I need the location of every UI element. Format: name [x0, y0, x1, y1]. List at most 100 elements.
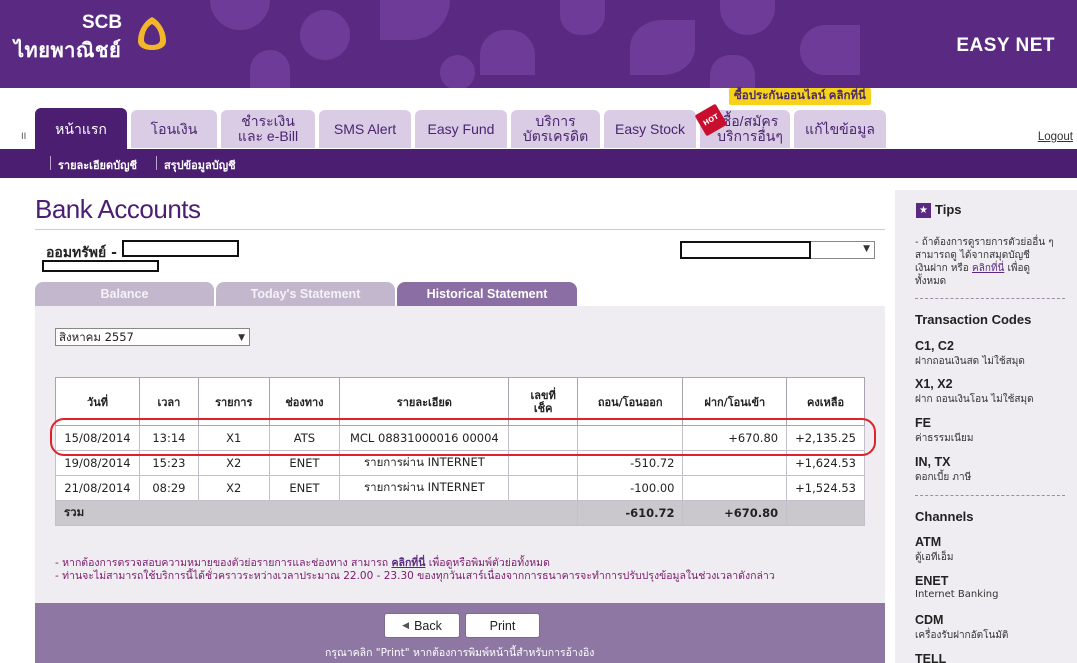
channel-cdm-desc: เครื่องรับฝากอัตโนมัติ [915, 630, 1009, 641]
tab-easy-fund[interactable]: Easy Fund [415, 110, 507, 148]
tab-easy-stock[interactable]: Easy Stock [604, 110, 696, 148]
tab-bill-payment-line1: ชำระเงิน [241, 113, 295, 129]
cell-time: 13:14 [138, 425, 199, 451]
cell-deposit [682, 450, 788, 476]
col-balance: คงเหลือ [786, 377, 865, 426]
account-select[interactable]: ▼ [680, 241, 875, 259]
subnav-account-summary[interactable]: สรุปข้อมูลบัญชี [164, 156, 236, 174]
banner-pattern [190, 0, 910, 88]
print-button-label: Print [489, 618, 516, 633]
tab-balance[interactable]: Balance [35, 282, 214, 306]
tab-edit-profile[interactable]: แก้ไขข้อมูล [794, 110, 886, 148]
code-x1-x2-desc: ฝาก ถอนเงินโอน ไม่ใช้สมุด [915, 394, 1034, 405]
note-1-text: - หากต้องการตรวจสอบความหมายของตัวย่อรายก… [55, 557, 389, 569]
logout-link[interactable]: Logout [1038, 131, 1073, 143]
cell-withdraw: -510.72 [576, 450, 684, 476]
tips-line-2: สามารถดู ได้จากสมุดบัญชี [915, 250, 1030, 261]
cell-channel: ATS [268, 425, 341, 451]
col-code: รายการ [197, 377, 270, 426]
subnav-separator [50, 156, 51, 170]
note-1-tail: เพื่อดูหรือพิมพ์ตัวย่อทั้งหมด [428, 557, 550, 569]
cell-code: X2 [197, 475, 270, 501]
notes: - หากต้องการตรวจสอบความหมายของตัวย่อรายก… [55, 557, 775, 583]
month-select-value: สิงหาคม 2557 [59, 330, 134, 344]
tab-home[interactable]: หน้าแรก [35, 108, 127, 150]
cell-time: 15:23 [138, 450, 199, 476]
month-select[interactable]: สิงหาคม 2557 ▼ [55, 328, 250, 346]
tab-edit-profile-label: แก้ไขข้อมูล [805, 120, 875, 137]
col-withdraw: ถอน/โอนออก [576, 377, 684, 426]
col-cheque: เลขที่ เช็ค [508, 377, 578, 426]
tab-easy-fund-label: Easy Fund [427, 120, 495, 137]
cell-deposit: +670.80 [682, 425, 788, 451]
tips-title: Tips [935, 202, 962, 217]
channels-title: Channels [915, 509, 974, 524]
col-deposit: ฝาก/โอนเข้า [682, 377, 788, 426]
channel-cdm: CDM [915, 613, 944, 627]
easy-net-app: SCB ไทยพาณิชย์ EASY NET ซื้อประกันออนไลน… [0, 0, 1077, 663]
subnav-account-detail[interactable]: รายละเอียดบัญชี [58, 156, 137, 174]
back-button[interactable]: ◀ Back [384, 613, 460, 638]
tab-other-services-line1: ซื้อ/สมัคร [721, 113, 779, 129]
cell-channel: ENET [268, 475, 341, 501]
scb-logo[interactable]: SCB ไทยพาณิชย์ [0, 0, 190, 88]
subnav-separator [156, 156, 157, 170]
note-line-1: - หากต้องการตรวจสอบความหมายของตัวย่อรายก… [55, 557, 775, 570]
channel-atm: ATM [915, 535, 942, 549]
channel-enet-desc: Internet Banking [915, 589, 999, 600]
cell-detail: MCL 08831000016 00004 [339, 425, 510, 451]
cell-withdraw: -100.00 [576, 475, 684, 501]
tips-line-4: ทั้งหมด [915, 276, 947, 287]
tab-credit-card-line2: บัตรเครดิต [522, 128, 589, 144]
cell-date: 21/08/2014 [55, 475, 140, 501]
total-withdraw: -610.72 [576, 500, 684, 526]
code-fe-desc: ค่าธรรมเนียม [915, 433, 974, 444]
tab-transfer-label: โอนเงิน [150, 120, 198, 137]
tab-credit-card-line1: บริการ [535, 113, 576, 129]
back-button-label: Back [414, 618, 442, 633]
tab-marker: II [21, 132, 27, 142]
tab-todays-statement[interactable]: Today's Statement [216, 282, 395, 306]
footer-note: กรุณาคลิก "Print" หากต้องการพิมพ์หน้านี้… [325, 647, 595, 659]
cell-cheque [508, 475, 578, 501]
cell-balance: +2,135.25 [786, 425, 865, 451]
tips-line-3-pre: เงินฝาก หรือ [915, 263, 972, 274]
cell-time: 08:29 [138, 475, 199, 501]
tips-line-3: เงินฝาก หรือ คลิกที่นี่ เพื่อดู [915, 262, 1075, 275]
cell-code: X1 [197, 425, 270, 451]
back-arrow-icon: ◀ [402, 620, 410, 630]
code-c1-c2-desc: ฝากถอนเงินสด ไม่ใช้สมุด [915, 356, 1025, 367]
channel-tell: TELL [915, 652, 947, 663]
code-x1-x2: X1, X2 [915, 377, 953, 391]
tips-link[interactable]: คลิกที่นี่ [972, 263, 1004, 274]
cell-detail: รายการผ่าน INTERNET [339, 475, 510, 501]
sidebar-divider [915, 298, 1065, 299]
tab-home-label: หน้าแรก [55, 120, 107, 137]
col-channel: ช่องทาง [268, 377, 341, 426]
dropdown-arrow-icon: ▼ [238, 333, 245, 343]
total-label: รวม [55, 500, 578, 526]
tab-transfer[interactable]: โอนเงิน [131, 110, 217, 148]
note-1-link[interactable]: คลิกที่นี่ [391, 557, 425, 569]
cell-code: X2 [197, 450, 270, 476]
channel-enet: ENET [915, 574, 949, 588]
tips-line-3-post: เพื่อดู [1004, 263, 1031, 274]
cell-cheque [508, 425, 578, 451]
tab-credit-card[interactable]: บริการ บัตรเครดิต [511, 110, 600, 148]
tab-sms-alert-label: SMS Alert [333, 120, 397, 137]
redacted-account-number [122, 240, 239, 257]
print-button[interactable]: Print [465, 613, 540, 638]
scb-bell-icon [138, 17, 166, 50]
tips-line-1: - ถ้าต้องการดูรายการตัวย่ออื่น ๆ [915, 237, 1054, 248]
tab-sms-alert[interactable]: SMS Alert [319, 110, 411, 148]
tab-bill-payment[interactable]: ชำระเงิน และ e-Bill [221, 110, 315, 148]
tab-historical-statement[interactable]: Historical Statement [397, 282, 577, 306]
insurance-promo-badge[interactable]: ซื้อประกันออนไลน์ คลิกที่นี่ [729, 88, 871, 105]
star-icon: ★ [916, 203, 931, 218]
statement-table: วันที่ เวลา รายการ ช่องทาง รายละเอียด เล… [55, 377, 865, 526]
table-row: 19/08/2014 15:23 X2 ENET รายการผ่าน INTE… [55, 450, 865, 476]
code-fe: FE [915, 416, 931, 430]
logo-text-en: SCB [82, 12, 123, 33]
total-deposit: +670.80 [682, 500, 788, 526]
cell-date: 15/08/2014 [55, 425, 140, 451]
